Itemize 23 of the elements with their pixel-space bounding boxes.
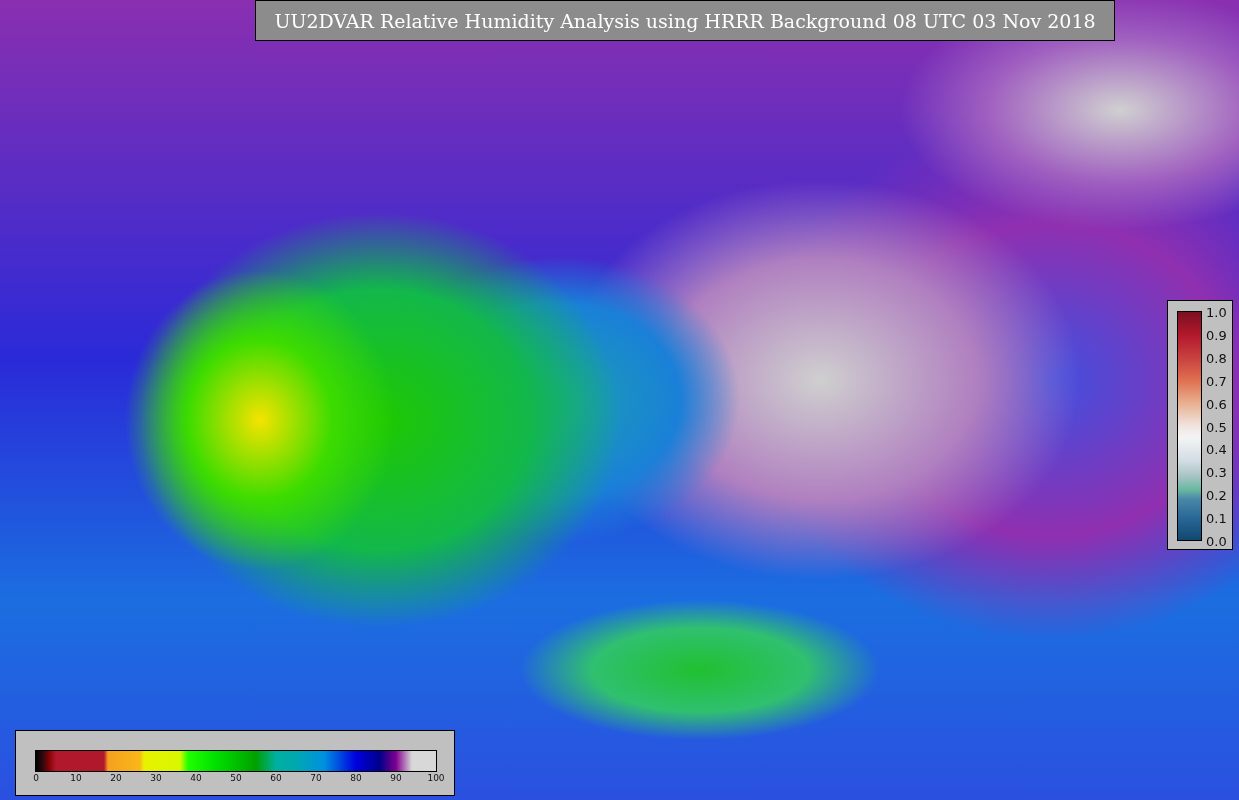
- tick-label: 10: [70, 773, 82, 783]
- tick-label: 0.3: [1206, 465, 1227, 479]
- tick-label: 0.7: [1206, 374, 1227, 388]
- tick-label: 100: [427, 773, 445, 783]
- tick-label: 0.9: [1206, 328, 1227, 342]
- tick-label: 70: [310, 773, 322, 783]
- tick-label: 0.8: [1206, 351, 1227, 365]
- tick-label: 0.0: [1206, 534, 1227, 548]
- tick-label: 1.0: [1206, 305, 1227, 319]
- tick-label: 0.2: [1206, 488, 1227, 502]
- tick-label: 90: [390, 773, 402, 783]
- tick-label: 0.4: [1206, 442, 1227, 456]
- tick-label: 50: [230, 773, 242, 783]
- tick-label: 30: [150, 773, 162, 783]
- tick-label: 0.1: [1206, 511, 1227, 525]
- tick-label: 20: [110, 773, 122, 783]
- tick-label: 80: [350, 773, 362, 783]
- tick-label: 0.6: [1206, 397, 1227, 411]
- map-title: UU2DVAR Relative Humidity Analysis using HRRR Background 08 UTC 03 Nov 2018: [255, 0, 1115, 41]
- tick-label: 60: [270, 773, 282, 783]
- tick-label: 0.5: [1206, 420, 1227, 433]
- tick-label: 0: [33, 773, 39, 783]
- tick-label: 40: [190, 773, 202, 783]
